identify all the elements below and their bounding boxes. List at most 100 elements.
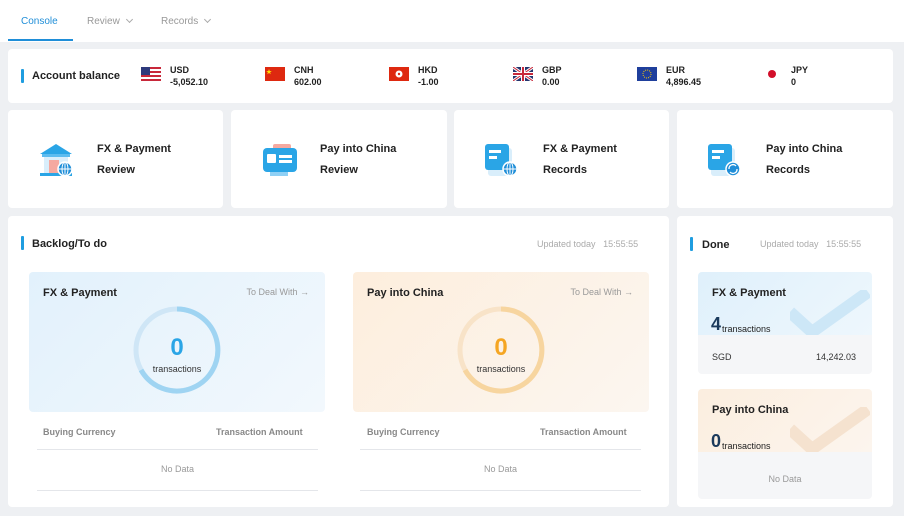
column-header-transaction-amount: Transaction Amount (540, 427, 627, 437)
divider (360, 449, 641, 450)
empty-state: No Data (160, 464, 195, 474)
shortcut-title: Pay into China (766, 143, 843, 155)
checkmark-watermark-icon (790, 407, 870, 453)
done-china-card[interactable]: Pay into China 0 transactions No Data (698, 389, 872, 499)
currency-usd: USD -5,052.10 (141, 64, 241, 90)
count-ring: 0 transactions (457, 306, 545, 394)
backlog-china-panel: Pay into China To Deal With → 0 transact… (353, 272, 649, 412)
currency-code: GBP (542, 65, 562, 75)
done-fx-row: SGD 14,242.03 (698, 335, 872, 374)
tab-review[interactable]: Review (87, 0, 133, 42)
globe-records-icon (485, 144, 518, 177)
done-china-count: 0 (711, 431, 722, 451)
done-china-unit: transactions (722, 441, 771, 451)
column-header-buying-currency: Buying Currency (367, 427, 440, 437)
currency-jpy: JPY 0 (762, 64, 862, 90)
currency-value: -1.00 (418, 77, 439, 87)
account-balance-title: Account balance (32, 70, 121, 82)
section-marker (21, 69, 24, 83)
done-china-title: Pay into China (712, 404, 789, 416)
done-title: Done (702, 239, 730, 251)
done-fx-amount: 14,242.03 (815, 352, 856, 362)
column-header-buying-currency: Buying Currency (43, 427, 116, 437)
shortcut-pay-china-review[interactable]: Pay into China Review (231, 110, 447, 208)
backlog-title: Backlog/To do (32, 238, 107, 250)
active-tab-indicator (8, 39, 73, 41)
panel-title: Pay into China (367, 287, 444, 299)
done-fx-unit: transactions (722, 324, 771, 334)
currency-value: 0.00 (542, 77, 560, 87)
done-china-header: Pay into China 0 transactions (698, 389, 872, 453)
currency-code: JPY (791, 65, 809, 75)
eu-flag-icon (637, 67, 657, 81)
done-fx-count: 4 (711, 314, 722, 334)
chevron-down-icon (204, 15, 212, 24)
to-deal-with-link[interactable]: To Deal With → (570, 287, 633, 297)
empty-state: No Data (483, 464, 518, 474)
tab-label: Review (87, 15, 120, 27)
currency-cnh: CNH 602.00 (265, 64, 365, 90)
shortcut-title: FX & Payment (97, 143, 171, 155)
to-deal-with-link[interactable]: To Deal With → (246, 287, 309, 297)
shortcut-title: FX & Payment (543, 143, 617, 155)
done-fx-title: FX & Payment (712, 287, 786, 299)
shortcut-subtitle: Records (766, 164, 811, 176)
divider (360, 490, 641, 491)
updated-time: 15:55:55 (603, 239, 639, 249)
tab-label: Records (161, 15, 199, 27)
done-fx-currency: SGD (712, 352, 732, 362)
divider (37, 449, 318, 450)
shortcut-subtitle: Records (543, 164, 588, 176)
panel-title: FX & Payment (43, 287, 117, 299)
refresh-records-icon (708, 144, 741, 177)
shortcut-pay-china-records[interactable]: Pay into China Records (677, 110, 893, 208)
done-china-empty-row: No Data (698, 452, 872, 499)
done-updated: Updated today 15:55:55 (760, 239, 861, 249)
section-marker (690, 237, 693, 251)
checkmark-watermark-icon (790, 290, 870, 336)
count-value: 0 (170, 334, 184, 361)
currency-eur: EUR 4,896.45 (637, 64, 737, 90)
bank-review-icon (40, 144, 73, 177)
hk-flag-icon (389, 67, 409, 81)
id-card-review-icon (263, 144, 297, 176)
backlog-fx-panel: FX & Payment To Deal With → 0 transactio… (29, 272, 325, 412)
shortcut-title: Pay into China (320, 143, 397, 155)
shortcut-fx-payment-review[interactable]: FX & Payment Review (8, 110, 223, 208)
currency-code: CNH (294, 65, 314, 75)
currency-value: 602.00 (294, 77, 322, 87)
currency-code: USD (170, 65, 190, 75)
currency-value: 0 (791, 77, 797, 87)
currency-gbp: GBP 0.00 (513, 64, 613, 90)
currency-value: -5,052.10 (170, 77, 209, 87)
count-ring: 0 transactions (133, 306, 221, 394)
tab-label: Console (21, 15, 58, 27)
chevron-down-icon (125, 15, 133, 24)
currency-code: HKD (418, 65, 438, 75)
jp-flag-icon (762, 67, 782, 81)
tab-console[interactable]: Console (21, 0, 58, 42)
currency-code: EUR (666, 65, 686, 75)
us-flag-icon (141, 67, 161, 81)
top-nav: Console Review Records (0, 0, 904, 42)
updated-label: Updated today (760, 239, 819, 249)
count-unit: transactions (152, 364, 202, 374)
tab-records[interactable]: Records (161, 0, 212, 42)
empty-state: No Data (768, 474, 802, 484)
done-fx-card[interactable]: FX & Payment 4 transactions SGD 14,242.0… (698, 272, 872, 374)
shortcut-fx-payment-records[interactable]: FX & Payment Records (454, 110, 669, 208)
done-fx-header: FX & Payment 4 transactions (698, 272, 872, 336)
currency-value: 4,896.45 (666, 77, 702, 87)
currency-hkd: HKD -1.00 (389, 64, 489, 90)
count-unit: transactions (476, 364, 526, 374)
column-header-transaction-amount: Transaction Amount (216, 427, 303, 437)
updated-time: 15:55:55 (826, 239, 862, 249)
updated-label: Updated today (537, 239, 596, 249)
cn-flag-icon (265, 67, 285, 81)
shortcut-subtitle: Review (320, 164, 358, 176)
shortcut-subtitle: Review (97, 164, 135, 176)
divider (37, 490, 318, 491)
count-value: 0 (494, 334, 508, 361)
section-marker (21, 236, 24, 250)
uk-flag-icon (513, 67, 533, 81)
